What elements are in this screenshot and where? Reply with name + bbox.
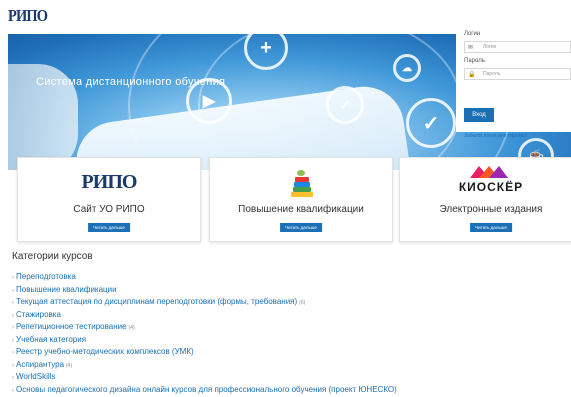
category-count: (4) [66,363,72,369]
category-link[interactable]: Переподготовка [16,272,76,281]
login-input[interactable]: ✉ Логин [464,41,571,53]
login-placeholder: Логин [483,44,496,50]
user-icon: ✉ [468,44,473,51]
card-title: Электронные издания [400,204,571,215]
category-list: ›Переподготовка ›Повышение квалификации … [12,272,399,397]
chevron-right-icon: › [12,375,14,381]
books-icon [291,167,313,197]
login-button[interactable]: Вход [464,108,494,122]
forgot-password-link[interactable]: Забыли логин или пароль? [464,133,527,139]
category-item[interactable]: ›Текущая аттестация по дисциплинам переп… [12,297,399,310]
category-link[interactable]: Учебная категория [16,335,86,344]
lock-icon: 🔒 [468,71,475,78]
card-title: Повышение квалификации [210,204,392,215]
category-item[interactable]: ›Репетиционное тестирование(4) [12,322,399,335]
category-link[interactable]: Реестр учебно-методических комплексов (У… [16,347,194,356]
read-more-button[interactable]: Читать дальше [470,223,512,232]
category-item[interactable]: ›Переподготовка [12,272,399,285]
category-link[interactable]: Текущая аттестация по дисциплинам перепо… [16,297,297,306]
login-form: Логин ✉ Логин Пароль 🔒 Пароль Вход Забыл… [456,22,571,132]
category-count: (4) [129,325,135,331]
chevron-right-icon: › [12,313,14,319]
chevron-right-icon: › [12,363,14,369]
category-item[interactable]: ›Реестр учебно-методических комплексов (… [12,347,399,360]
cloud-icon: ☁ [393,54,421,82]
category-link[interactable]: Стажировка [16,310,61,319]
category-link[interactable]: Повышение квалификации [16,285,117,294]
chevron-right-icon: › [12,275,14,281]
chevron-right-icon: › [12,388,14,394]
category-link[interactable]: Основы педагогического дизайна онлайн ку… [16,385,397,394]
category-item[interactable]: ›Учебная категория [12,335,399,348]
category-count: (6) [299,300,305,306]
categories-heading: Категории курсов [12,251,93,262]
category-item[interactable]: ›WorldSkills [12,372,399,385]
card-ripo-site: РИПО Сайт УО РИПО Читать дальше [17,157,201,242]
category-link[interactable]: Репетиционное тестирование [16,322,127,331]
login-label: Логин [464,31,480,37]
category-item[interactable]: ›Основы педагогического дизайна онлайн к… [12,385,399,397]
category-item[interactable]: ›Стажировка [12,310,399,323]
category-item[interactable]: ›Аспирантура(4) [12,360,399,373]
password-placeholder: Пароль [483,71,500,77]
kiosk-logo-icon [470,166,508,178]
site-logo[interactable]: РИПО [8,6,47,26]
chevron-right-icon: › [12,325,14,331]
read-more-button[interactable]: Читать дальше [88,223,130,232]
category-link[interactable]: WorldSkills [16,372,55,381]
category-link[interactable]: Аспирантура [16,360,64,369]
password-label: Пароль [464,58,485,64]
password-input[interactable]: 🔒 Пароль [464,68,571,80]
chevron-right-icon: › [12,300,14,306]
chevron-right-icon: › [12,350,14,356]
card-qualification: Повышение квалификации Читать дальше [209,157,393,242]
card-title: Сайт УО РИПО [18,204,200,215]
hero-title: Система дистанционного обучения [36,76,225,88]
check-icon: ✓ [326,86,364,124]
ripo-logo: РИПО [18,171,200,194]
read-more-button[interactable]: Читать дальше [280,223,322,232]
kiosk-logo-text: КИОСКЁР [400,180,571,194]
category-item[interactable]: ›Повышение квалификации [12,285,399,298]
card-e-publications: КИОСКЁР Электронные издания Читать дальш… [399,157,571,242]
chevron-right-icon: › [12,338,14,344]
chevron-right-icon: › [12,288,14,294]
check-icon: ✓ [406,98,456,148]
